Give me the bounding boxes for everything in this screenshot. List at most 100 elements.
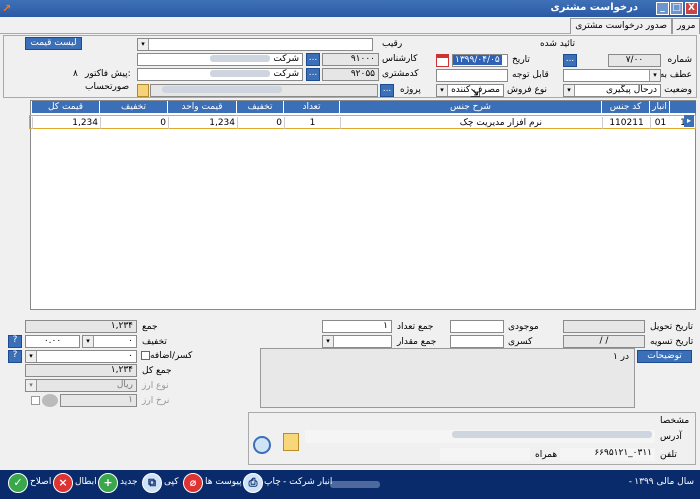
new-button[interactable]: جدید <box>120 477 138 487</box>
col-header-desc[interactable]: شرح جنس <box>339 101 601 113</box>
cell-discount1: 0 <box>237 117 284 129</box>
currency-type-select[interactable]: ▾ ریال <box>25 379 137 392</box>
status-dropdown-icon[interactable]: ▾ <box>564 85 575 96</box>
status-value: درحال پیگیری <box>606 85 657 95</box>
copy-icon[interactable]: ⧉ <box>142 473 162 493</box>
description-textarea[interactable]: در ۱ <box>260 348 635 408</box>
description-text: در ۱ <box>612 352 629 362</box>
phone-label: تلفن <box>660 450 677 460</box>
rate-checkbox[interactable] <box>31 396 40 405</box>
col-header-discount1[interactable]: تخفیف <box>236 101 283 113</box>
copy-button[interactable]: کپی <box>164 477 179 487</box>
table-row[interactable]: 1 01 110211 نرم افزار مدیریت چک 1 0 1,23… <box>29 115 696 129</box>
close-button[interactable]: X <box>685 2 698 15</box>
extra-help-button[interactable]: ? <box>8 350 22 363</box>
amount-sum-field: ▾ <box>322 335 392 348</box>
discount-pct-field[interactable]: ۰.۰۰ <box>25 335 80 348</box>
coins-icon[interactable] <box>42 394 58 407</box>
customer-code-field[interactable]: ۹۲۰۵۵ <box>322 68 379 81</box>
cancel-button[interactable]: ابطال <box>75 477 97 487</box>
user-name-placeholder <box>330 480 380 490</box>
delivery-date-label: تاریخ تحویل <box>650 322 694 332</box>
date-field[interactable]: ۱۳۹۹/۰۴/۰۵ <box>452 54 508 67</box>
attachment-icon[interactable]: ⌀ <box>183 473 203 493</box>
extra-checkbox[interactable] <box>141 351 150 360</box>
project-field[interactable] <box>150 84 378 97</box>
description-button[interactable]: توضیحات <box>637 350 692 363</box>
cancel-icon[interactable]: × <box>53 473 73 493</box>
notes-icon[interactable] <box>283 433 299 451</box>
customer-lookup-button[interactable]: ... <box>306 68 320 81</box>
price-list-button[interactable]: لیست قیمت <box>25 37 82 50</box>
expert-code-field[interactable]: ۹۱۰۰۰ <box>322 53 379 66</box>
new-icon[interactable]: + <box>98 473 118 493</box>
rate-label: نرخ ارز <box>142 396 170 406</box>
col-header-qty[interactable]: تعداد <box>283 101 339 113</box>
minimize-button[interactable]: _ <box>656 2 669 15</box>
number-lookup-button[interactable]: ... <box>563 54 577 67</box>
col-header-discount2[interactable]: تخفیف <box>99 101 167 113</box>
customer-label: کدمشتری <box>382 69 419 79</box>
col-header-total[interactable]: قیمت کل <box>31 101 99 113</box>
discount-dropdown-icon[interactable]: ▾ <box>83 336 94 347</box>
cell-code: 110211 <box>602 117 650 129</box>
project-lookup-button[interactable]: ... <box>380 84 394 97</box>
delivery-date-field[interactable] <box>563 320 645 333</box>
print-icon[interactable]: ⎙ <box>243 473 263 493</box>
app-logo-icon: ↗ <box>2 2 12 15</box>
settle-date-field[interactable]: / / <box>563 335 645 348</box>
stock-field <box>450 320 504 333</box>
mobile-field <box>440 448 530 461</box>
qty-sum-field: ۱ <box>322 320 392 333</box>
ref-field[interactable]: ▾ <box>563 69 661 82</box>
rival-select[interactable]: ▾ <box>137 38 373 51</box>
calendar-icon[interactable] <box>436 54 449 67</box>
discount-help-button[interactable]: ? <box>8 335 22 348</box>
folder-icon[interactable] <box>137 84 149 97</box>
deficit-field <box>450 335 504 348</box>
extra-dropdown-icon[interactable]: ▾ <box>26 351 37 362</box>
extra-field[interactable]: ▾ ۰ <box>25 350 137 363</box>
tab-browse[interactable]: مرور <box>672 18 700 34</box>
payable-label: قابل توجه <box>512 70 549 80</box>
col-header-unit-price[interactable]: قیمت واحد <box>167 101 236 113</box>
account-label: صورتحساب <box>85 82 130 92</box>
cell-total: 1,234 <box>32 117 100 129</box>
expert-lookup-button[interactable]: ... <box>306 53 320 66</box>
currency-dropdown-icon[interactable]: ▾ <box>26 380 37 391</box>
address-field <box>305 430 655 443</box>
rate-field[interactable]: ۱ <box>60 394 137 407</box>
restore-button[interactable]: □ <box>670 2 683 15</box>
col-header-warehouse[interactable]: انبار <box>649 101 669 113</box>
number-field[interactable]: ۷/۰۰ <box>608 54 661 67</box>
amount-dropdown-icon[interactable]: ▾ <box>323 336 334 347</box>
expert-name-value: شرکت <box>273 54 299 64</box>
saletype-dropdown-icon[interactable]: ▾ <box>437 85 448 96</box>
print-button[interactable]: چاپ <box>264 477 281 487</box>
attachments-button[interactable]: پیوست ها <box>205 477 242 487</box>
amount-sum-label: جمع مقدار <box>397 337 437 347</box>
refresh-icon[interactable] <box>253 436 271 454</box>
edit-icon[interactable]: ✓ <box>8 473 28 493</box>
qty-sum-label: جمع تعداد <box>397 322 434 332</box>
col-header-index <box>669 101 696 113</box>
tab-issue-request[interactable]: صدور درخواست مشتری <box>570 18 672 34</box>
payable-field[interactable] <box>436 69 508 82</box>
customer-name-value: شرکت <box>273 69 299 79</box>
expert-label: کارشناس <box>382 54 418 64</box>
customer-name-field[interactable]: شرکت <box>137 68 303 81</box>
settle-date-label: تاریخ تسویه <box>650 337 694 347</box>
status-select[interactable]: ▾ درحال پیگیری <box>563 84 661 97</box>
discount-value-field[interactable]: ▾ ۰ <box>82 335 137 348</box>
ref-dropdown-icon[interactable]: ▾ <box>649 70 660 81</box>
col-header-code[interactable]: کد جنس <box>601 101 649 113</box>
phone-field: ۶۶۹۵۱۲۱_۰۳۱۱ <box>560 448 655 461</box>
rival-dropdown-icon[interactable]: ▾ <box>138 39 149 50</box>
date-label: تاریخ <box>512 55 530 65</box>
address-label: آدرس <box>660 432 682 442</box>
date-value: ۱۳۹۹/۰۴/۰۵ <box>453 55 502 65</box>
edit-button[interactable]: اصلاح <box>30 477 51 487</box>
expert-name-field[interactable]: شرکت <box>137 53 303 66</box>
status-label: وضعیت <box>664 85 692 95</box>
cell-qty: 1 <box>284 117 340 129</box>
